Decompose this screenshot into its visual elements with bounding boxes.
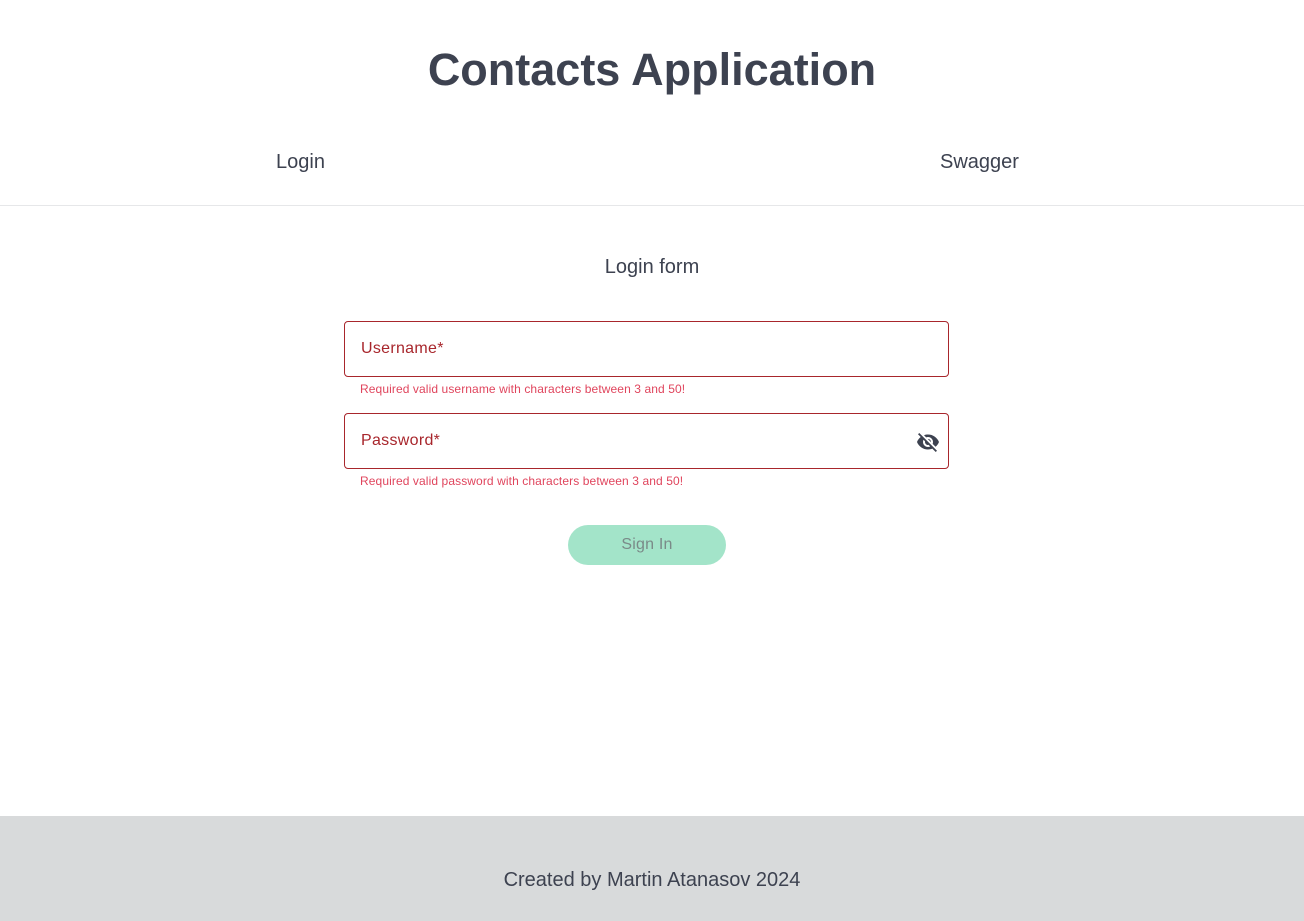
footer: Created by Martin Atanasov 2024 bbox=[0, 816, 1304, 921]
page: Contacts Application Login Swagger Login… bbox=[0, 0, 1304, 921]
username-input[interactable] bbox=[345, 322, 948, 376]
password-field[interactable] bbox=[344, 413, 949, 469]
top-nav: Login Swagger bbox=[0, 140, 1304, 184]
password-error: Required valid password with characters … bbox=[360, 474, 684, 488]
footer-text: Created by Martin Atanasov 2024 bbox=[503, 869, 801, 891]
username-error: Required valid username with characters … bbox=[360, 382, 686, 396]
app-title: Contacts Application bbox=[427, 44, 877, 95]
username-field[interactable] bbox=[344, 321, 949, 377]
nav-divider bbox=[0, 205, 1304, 206]
visibility-off-icon[interactable] bbox=[916, 430, 940, 454]
login-form-title: Login form bbox=[604, 256, 700, 278]
nav-link-swagger[interactable]: Swagger bbox=[940, 150, 1019, 174]
password-input[interactable] bbox=[345, 414, 948, 468]
sign-in-button[interactable]: Sign In bbox=[568, 525, 726, 565]
nav-link-login[interactable]: Login bbox=[276, 150, 325, 174]
